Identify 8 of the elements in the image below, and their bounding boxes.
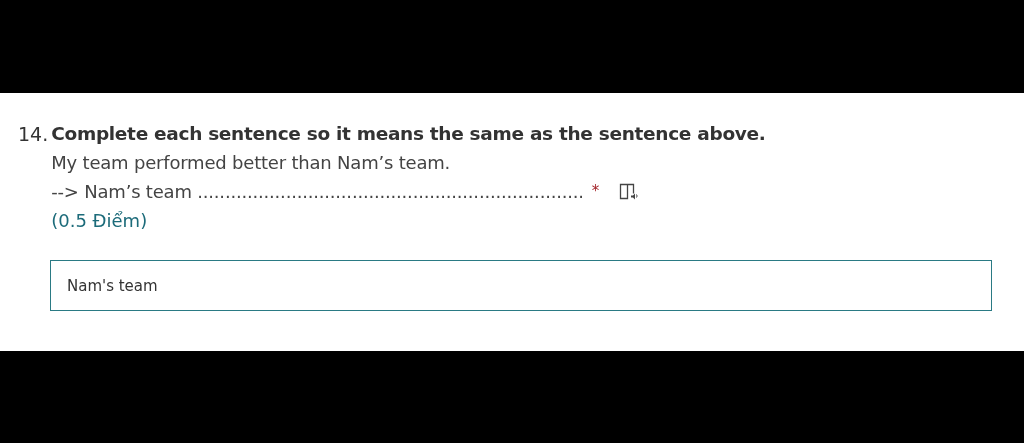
immersive-reader-icon[interactable] xyxy=(619,182,640,201)
required-asterisk: * xyxy=(591,181,600,202)
answer-field[interactable]: Nam's team xyxy=(50,260,992,311)
question-title: Complete each sentence so it means the same as the sentence above. xyxy=(51,122,766,146)
question-text: --> Nam’s team ...................................................................... xyxy=(51,180,584,204)
question-number: 14. xyxy=(18,122,49,147)
points-label: (0.5 Điểm) xyxy=(51,209,149,233)
question-text: My team performed better than Nam’s team. xyxy=(51,151,451,175)
